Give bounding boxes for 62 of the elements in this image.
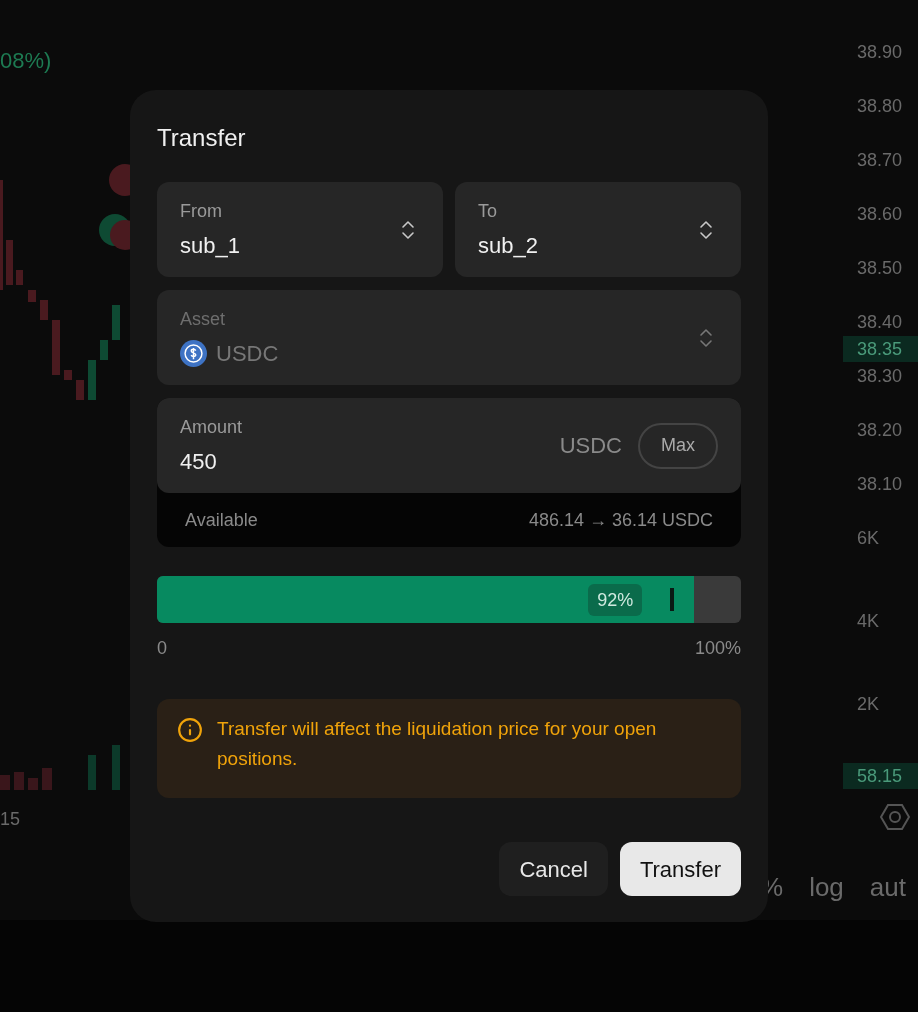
price-change: 08%) xyxy=(0,47,52,75)
candle xyxy=(112,305,120,340)
candle xyxy=(76,380,84,400)
volume-bar xyxy=(28,778,38,790)
available-value: 486.14 → 36.14 USDC xyxy=(528,508,713,532)
field-label: Asset xyxy=(180,307,227,331)
volume-bar xyxy=(14,772,24,790)
chart-toggle[interactable]: log xyxy=(809,868,844,907)
candle xyxy=(100,340,108,360)
axis-label: 38.80 xyxy=(857,95,903,117)
cancel-button[interactable]: Cancel xyxy=(499,842,608,896)
slider-reading: 92% xyxy=(588,584,643,616)
axis-label: 38.70 xyxy=(857,149,903,171)
axis-label: 38.40 xyxy=(857,311,903,333)
candle xyxy=(28,290,36,302)
field-value: sub_1 xyxy=(180,231,240,260)
volume-bar xyxy=(88,755,96,790)
select-field[interactable]: From sub_1 xyxy=(157,182,443,277)
field-value: sub_2 xyxy=(478,231,538,260)
axis-label: 4K xyxy=(857,610,881,632)
available-label: Available xyxy=(185,508,258,532)
amount-field[interactable]: Amount 450 USDC Max xyxy=(157,398,741,493)
coin-icon xyxy=(180,339,207,367)
unit-label: USDC xyxy=(559,432,622,460)
candle xyxy=(40,300,48,320)
dialog-title: Transfer xyxy=(157,123,247,153)
warning-text: Transfer will affect the liquidation price for your open positions. xyxy=(217,717,658,771)
max-button[interactable]: Max xyxy=(638,422,718,469)
axis-label: 38.50 xyxy=(857,257,903,279)
axis-label: 38.30 xyxy=(857,365,903,387)
field-value: 450 xyxy=(180,447,218,476)
volume-badge: 58.15 xyxy=(843,763,918,789)
axis-label: 38.10 xyxy=(857,473,903,495)
info-icon xyxy=(177,717,203,743)
volume-bar xyxy=(42,768,52,790)
time-label: 15 xyxy=(0,808,21,831)
price-badge: 38.35 xyxy=(843,336,918,362)
chart-toggle[interactable]: aut xyxy=(869,868,906,907)
slider-max: 100% xyxy=(694,637,741,660)
slider-min: 0 xyxy=(157,637,167,660)
axis-label: 38.90 xyxy=(857,41,903,63)
axis-label: 6K xyxy=(857,527,881,549)
field-value: USDC xyxy=(216,339,279,368)
transfer-button[interactable]: Transfer xyxy=(619,842,741,896)
axis-label: 38.60 xyxy=(857,203,903,225)
trade-marker xyxy=(109,164,130,196)
select-field[interactable]: To sub_2 xyxy=(455,182,741,277)
candle xyxy=(52,320,60,375)
candle xyxy=(6,240,13,285)
settings-icon[interactable] xyxy=(880,802,910,832)
candle xyxy=(64,370,72,380)
candle xyxy=(16,270,23,285)
field-label: From xyxy=(180,199,223,223)
slider-handle[interactable] xyxy=(670,588,675,611)
volume-bar xyxy=(0,775,10,790)
field-label: To xyxy=(478,199,498,223)
axis-label: 2K xyxy=(857,693,881,715)
field-label: Amount xyxy=(180,415,244,439)
axis-label: 38.20 xyxy=(857,419,903,441)
candle xyxy=(88,360,96,400)
volume-bar xyxy=(112,745,120,790)
slider-track[interactable]: 92% xyxy=(157,576,741,623)
